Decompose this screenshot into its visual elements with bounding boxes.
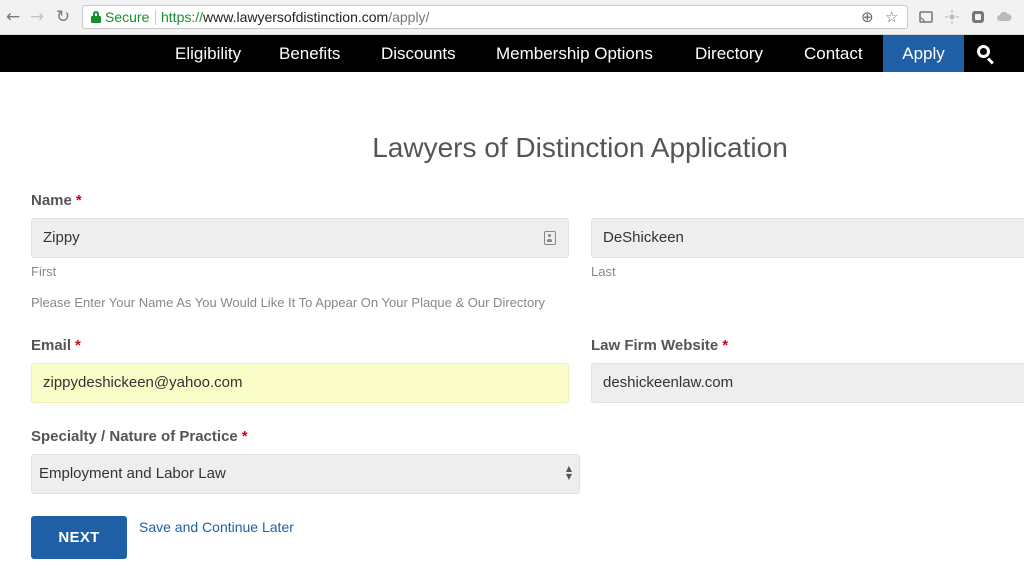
name-label: Name * (31, 192, 82, 209)
required-asterisk: * (241, 428, 248, 445)
forward-arrow-icon[interactable]: → (27, 7, 47, 27)
first-name-input[interactable]: Zippy (31, 218, 569, 258)
reload-icon[interactable]: ↻ (53, 7, 73, 27)
page-title: Lawyers of Distinction Application (372, 132, 788, 163)
specialty-label: Specialty / Nature of Practice * (31, 428, 248, 445)
divider (155, 10, 156, 25)
website-field[interactable]: deshickeenlaw.com (591, 363, 1024, 403)
nav-item-membership-options[interactable]: Membership Options (496, 35, 653, 72)
nav-item-directory[interactable]: Directory (695, 35, 763, 72)
nav-item-benefits[interactable]: Benefits (279, 35, 340, 72)
url-text[interactable]: https://www.lawyersofdistinction.com/app… (161, 9, 429, 25)
nav-item-discounts[interactable]: Discounts (381, 35, 456, 72)
site-navbar: Eligibility Benefits Discounts Membershi… (0, 35, 1024, 72)
save-continue-later-link[interactable]: Save and Continue Later (139, 519, 294, 535)
secure-label: Secure (105, 9, 150, 25)
first-name-sublabel: First (31, 264, 57, 279)
extension-sun-icon[interactable] (944, 9, 960, 25)
lock-icon (91, 11, 101, 23)
nav-item-contact[interactable]: Contact (804, 35, 863, 72)
search-icon[interactable] (976, 44, 996, 65)
contact-card-icon[interactable] (544, 231, 556, 245)
website-label: Law Firm Website * (591, 337, 729, 354)
required-asterisk: * (75, 337, 81, 354)
address-bar[interactable]: Secure https://www.lawyersofdistinction.… (82, 5, 908, 29)
cloud-icon[interactable] (996, 9, 1012, 25)
specialty-select[interactable]: Employment and Labor Law ▲ ▼ (31, 454, 580, 494)
browser-toolbar: ← → ↻ Secure https://www.lawyersofdistin… (0, 0, 1024, 35)
bookmark-star-icon[interactable]: ☆ (885, 8, 898, 26)
name-help-text: Please Enter Your Name As You Would Like… (31, 295, 546, 310)
last-name-input[interactable]: DeShickeen (591, 218, 1024, 258)
nav-item-apply[interactable]: Apply (883, 35, 964, 72)
required-asterisk: * (722, 337, 729, 354)
back-arrow-icon[interactable]: ← (3, 7, 23, 27)
select-arrows-icon: ▲ ▼ (565, 464, 573, 481)
next-button[interactable]: NEXT (31, 516, 127, 559)
cast-icon[interactable] (918, 9, 934, 25)
email-field[interactable]: zippydeshickeen@yahoo.com (31, 363, 569, 403)
last-name-sublabel: Last (591, 264, 616, 279)
extension-box-icon[interactable] (970, 9, 986, 25)
required-asterisk: * (75, 192, 82, 209)
nav-item-eligibility[interactable]: Eligibility (175, 35, 241, 72)
email-label: Email * (31, 337, 81, 354)
zoom-icon[interactable]: ⊕ (861, 8, 874, 26)
